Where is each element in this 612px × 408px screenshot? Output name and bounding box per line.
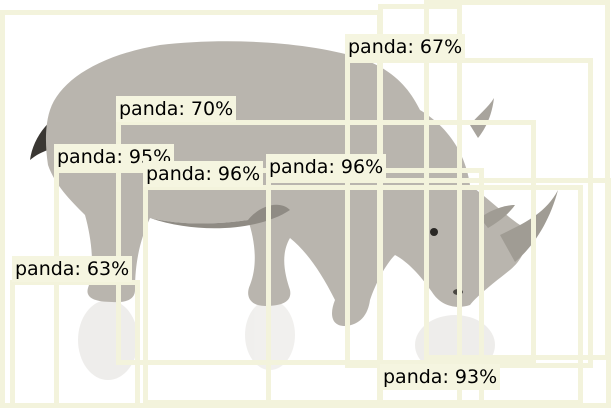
detection-label: panda: 93% bbox=[380, 364, 501, 390]
detection-label: panda: 67% bbox=[345, 34, 466, 60]
detection-label: panda: 70% bbox=[116, 96, 237, 122]
detection-label: panda: 96% bbox=[143, 161, 264, 187]
detection-label: panda: 96% bbox=[266, 154, 387, 180]
detection-label: panda: 63% bbox=[12, 256, 133, 282]
detection-scene: panda: 67% panda: 70% panda: 95% panda: … bbox=[0, 0, 612, 408]
detection-box bbox=[0, 10, 382, 408]
